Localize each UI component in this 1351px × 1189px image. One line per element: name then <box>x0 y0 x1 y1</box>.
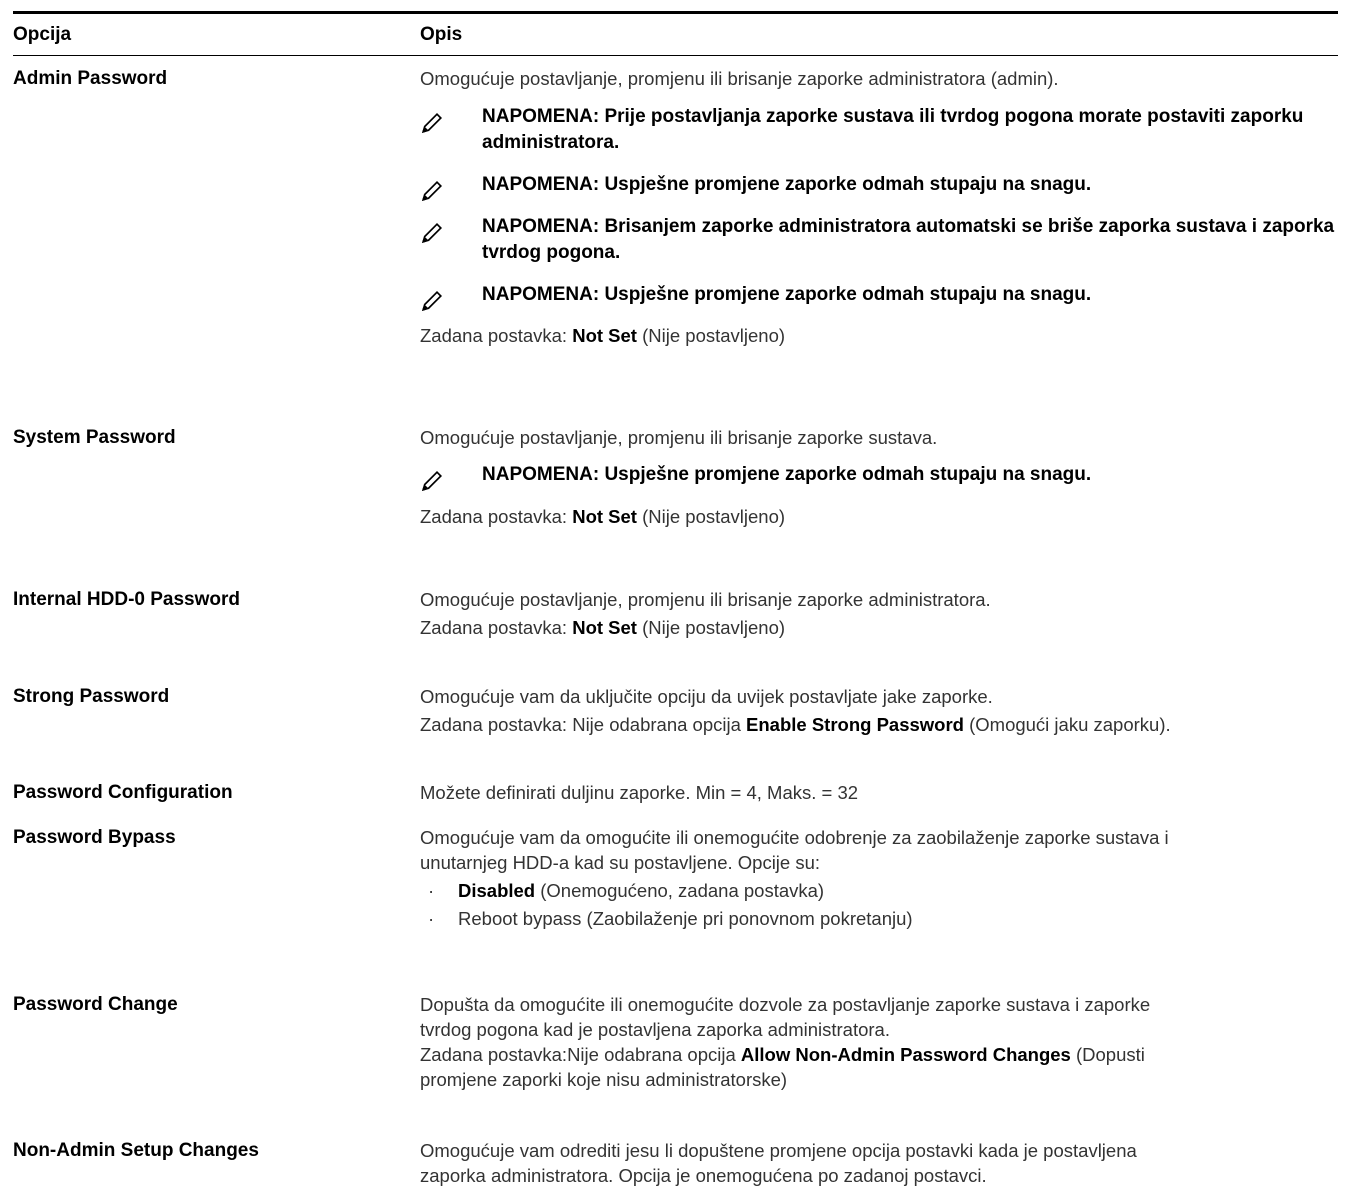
pencil-note-icon <box>420 110 445 135</box>
option-name: Password Bypass <box>13 827 176 848</box>
default-note: (Omogući jaku zaporku). <box>963 714 1171 735</box>
option-description: Omogućuje postavljanje, promjenu ili bri… <box>420 66 1338 348</box>
table-row-non-admin-setup-changes: Non-Admin Setup Changes Omogućuje vam od… <box>13 1138 1338 1188</box>
header-description: Opis <box>420 23 463 45</box>
description-text: Omogućuje postavljanje, promjenu ili bri… <box>420 427 938 448</box>
note-text: NAPOMENA: Uspješne promjene zaporke odma… <box>482 464 1092 485</box>
note: NAPOMENA: Brisanjem zaporke administrato… <box>420 214 1338 266</box>
description-text: Omogućuje vam da omogućite ili onemogući… <box>420 827 1169 848</box>
default-setting: Zadana postavka: Not Set (Nije postavlje… <box>420 323 1338 348</box>
default-value: Enable Strong Password <box>746 714 964 735</box>
description-text: tvrdog pogona kad je postavljena zaporka… <box>420 1019 890 1040</box>
default-label: Zadana postavka: <box>420 617 573 638</box>
note-text: NAPOMENA: Uspješne promjene zaporke odma… <box>482 174 1092 195</box>
option-value: Disabled <box>458 880 536 901</box>
option-name: Internal HDD-0 Password <box>13 589 240 610</box>
default-setting: Zadana postavka:Nije odabrana opcija All… <box>420 1042 1338 1067</box>
option-description: Omogućuje vam da uključite opciju da uvi… <box>420 684 1338 737</box>
description-text: Omogućuje vam da uključite opciju da uvi… <box>420 686 993 707</box>
option-description: Možete definirati duljinu zaporke. Min =… <box>420 780 1338 805</box>
table-row-strong-password: Strong Password Omogućuje vam da uključi… <box>13 684 1338 737</box>
option-name: Password Configuration <box>13 782 233 803</box>
table-row-password-change: Password Change Dopušta da omogućite ili… <box>13 992 1338 1092</box>
table-header: Opcija Opis <box>13 14 1338 56</box>
default-note: (Dopusti <box>1070 1044 1145 1065</box>
option-description: Dopušta da omogućite ili onemogućite doz… <box>420 992 1338 1092</box>
default-setting: Zadana postavka: Not Set (Nije postavlje… <box>420 615 1338 640</box>
option-name: System Password <box>13 427 176 448</box>
options-table: Opcija Opis Admin Password Omogućuje pos… <box>13 11 1338 1186</box>
list-item: · Reboot bypass (Zaobilaženje pri ponovno… <box>420 906 1338 931</box>
list-item: · Disabled (Onemogućeno, zadana postavka) <box>420 878 1338 903</box>
note-text: NAPOMENA: Brisanjem zaporke administrato… <box>482 216 1335 263</box>
option-name: Non-Admin Setup Changes <box>13 1140 259 1161</box>
description-text: zaporka administratora. Opcija je onemog… <box>420 1165 987 1186</box>
note: NAPOMENA: Uspješne promjene zaporke odma… <box>420 172 1338 198</box>
description-text: Dopušta da omogućite ili onemogućite doz… <box>420 994 1151 1015</box>
default-label: Zadana postavka:Nije odabrana opcija <box>420 1044 741 1065</box>
default-value: Allow Non-Admin Password Changes <box>740 1044 1071 1065</box>
default-label: Zadana postavka: <box>420 506 573 527</box>
bullet: · <box>428 908 435 929</box>
description-text: Omogućuje vam odrediti jesu li dopuštene… <box>420 1140 1137 1161</box>
default-value: Not Set <box>572 325 637 346</box>
default-setting: Zadana postavka: Nije odabrana opcija En… <box>420 712 1338 737</box>
note-text: NAPOMENA: Prije postavljanja zaporke sus… <box>482 106 1304 153</box>
description-text: Omogućuje postavljanje, promjenu ili bri… <box>420 68 1059 89</box>
bullet: · <box>428 880 435 901</box>
default-value: Not Set <box>572 506 637 527</box>
default-note: (Nije postavljeno) <box>636 325 786 346</box>
option-name: Admin Password <box>13 68 168 89</box>
table-row-admin-password: Admin Password Omogućuje postavljanje, p… <box>13 66 1338 348</box>
option-note: (Onemogućeno, zadana postavka) <box>535 880 825 901</box>
table-row-password-bypass: Password Bypass Omogućuje vam da omogući… <box>13 825 1338 931</box>
default-note: (Nije postavljeno) <box>636 506 786 527</box>
option-list: · Disabled (Onemogućeno, zadana postavka)… <box>420 878 1338 931</box>
option-name: Strong Password <box>13 686 170 707</box>
description-text: unutarnjeg HDD-a kad su postavljene. Opc… <box>420 852 821 873</box>
note: NAPOMENA: Uspješne promjene zaporke odma… <box>420 462 1338 488</box>
description-text: Možete definirati duljinu zaporke. Min =… <box>420 782 859 803</box>
option-description: Omogućuje vam da omogućite ili onemogući… <box>420 825 1338 931</box>
note: NAPOMENA: Prije postavljanja zaporke sus… <box>420 104 1338 156</box>
option-name: Password Change <box>13 994 178 1015</box>
table-row-system-password: System Password Omogućuje postavljanje, … <box>13 425 1338 529</box>
table-row-password-configuration: Password Configuration Možete definirati… <box>13 780 1338 805</box>
pencil-note-icon <box>420 288 445 313</box>
table-row-hdd-password: Internal HDD-0 Password Omogućuje postav… <box>13 587 1338 640</box>
note-text: NAPOMENA: Uspješne promjene zaporke odma… <box>482 284 1092 305</box>
pencil-note-icon <box>420 220 445 245</box>
default-setting-continued: promjene zaporki koje nisu administrator… <box>420 1069 788 1090</box>
note: NAPOMENA: Uspješne promjene zaporke odma… <box>420 282 1338 308</box>
option-value: Reboot bypass (Zaobilaženje pri ponovnom… <box>458 908 913 929</box>
option-description: Omogućuje vam odrediti jesu li dopuštene… <box>420 1138 1338 1188</box>
pencil-note-icon <box>420 178 445 203</box>
default-value: Not Set <box>572 617 637 638</box>
default-note: (Nije postavljeno) <box>636 617 786 638</box>
pencil-note-icon <box>420 468 445 493</box>
default-label: Zadana postavka: <box>420 325 573 346</box>
option-description: Omogućuje postavljanje, promjenu ili bri… <box>420 587 1338 640</box>
description-text: Omogućuje postavljanje, promjenu ili bri… <box>420 589 991 610</box>
option-description: Omogućuje postavljanje, promjenu ili bri… <box>420 425 1338 529</box>
default-setting: Zadana postavka: Not Set (Nije postavlje… <box>420 504 1338 529</box>
default-label: Zadana postavka: Nije odabrana opcija <box>420 714 747 735</box>
header-option: Opcija <box>13 23 72 45</box>
